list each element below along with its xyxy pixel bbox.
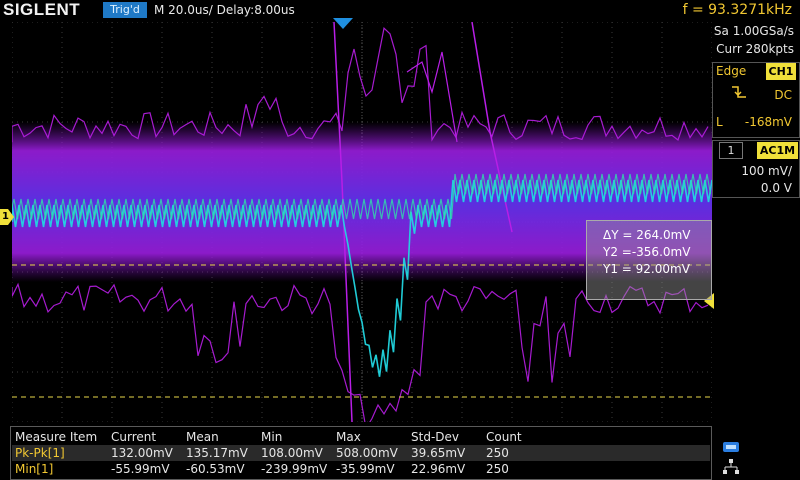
- cursor-delta-y: ΔY = 264.0mV: [603, 228, 691, 242]
- table-header-cell: Count: [486, 430, 522, 444]
- measurement-item-name: Min[1]: [15, 462, 54, 476]
- channel-coupling-badge: AC1M: [757, 142, 798, 159]
- measurement-value-cell: -35.99mV: [336, 462, 395, 476]
- delay-value: Delay:8.00us: [216, 3, 295, 17]
- trigger-level-value: -168mV: [744, 115, 792, 129]
- trigger-status-badge: Trig'd: [103, 2, 147, 18]
- table-header-cell: Current: [111, 430, 157, 444]
- table-header-cell: Max: [336, 430, 361, 444]
- trigger-position-marker[interactable]: [333, 18, 353, 30]
- measurement-value-cell: -55.99mV: [111, 462, 170, 476]
- table-header-cell: Std-Dev: [411, 430, 459, 444]
- cursor-y1-value: Y1 = 92.00mV: [603, 262, 690, 276]
- cursor-y2-value: Y2 =-356.0mV: [603, 245, 691, 259]
- measurement-value-cell: 508.00mV: [336, 446, 398, 460]
- measurement-table[interactable]: Measure Item Current Mean Min Max Std-Dev Coun…: [10, 426, 712, 480]
- measurement-value-cell: -60.53mV: [186, 462, 245, 476]
- frequency-counter: f = 93.3271kHz: [682, 2, 792, 18]
- table-header-cell: Mean: [186, 430, 219, 444]
- trigger-source-badge: CH1: [766, 63, 796, 80]
- timebase-readout[interactable]: M 20.0us/ Delay:8.00us: [154, 2, 295, 18]
- table-header-cell: Measure Item: [15, 430, 98, 444]
- rising-edge-icon: [732, 86, 746, 98]
- measurement-value-cell: 108.00mV: [261, 446, 323, 460]
- memory-depth: Curr 280kpts: [716, 42, 794, 56]
- vertical-scale: 100 mV/: [741, 164, 792, 178]
- measurement-value-cell: -239.99mV: [261, 462, 328, 476]
- table-header-cell: Min: [261, 430, 283, 444]
- measurement-item-name: Pk-Pk[1]: [15, 446, 65, 460]
- channel-number: 1: [719, 142, 743, 159]
- trigger-level-label: L: [716, 115, 723, 129]
- network-icon: [723, 459, 739, 474]
- lower-envelope-trace: [12, 282, 709, 422]
- measurement-value-cell: 250: [486, 446, 509, 460]
- measurement-value-cell: 132.00mV: [111, 446, 173, 460]
- measurement-value-cell: 22.96mV: [411, 462, 466, 476]
- measurement-value-cell: 39.65mV: [411, 446, 466, 460]
- trigger-coupling: DC: [774, 88, 792, 102]
- vertical-offset: 0.0 V: [760, 181, 792, 195]
- trigger-type: Edge: [716, 64, 747, 78]
- brand-logo: SIGLENT: [3, 0, 81, 19]
- measurement-value-cell: 135.17mV: [186, 446, 248, 460]
- measurement-value-cell: 250: [486, 462, 509, 476]
- sample-rate: Sa 1.00GSa/s: [713, 24, 794, 38]
- timebase-value: M 20.0us/: [154, 3, 213, 17]
- usb-icon: [723, 442, 739, 452]
- channel1-ground-marker[interactable]: 1: [0, 209, 14, 225]
- top-status-bar: SIGLENT Trig'd M 20.0us/ Delay:8.00us f …: [0, 0, 800, 21]
